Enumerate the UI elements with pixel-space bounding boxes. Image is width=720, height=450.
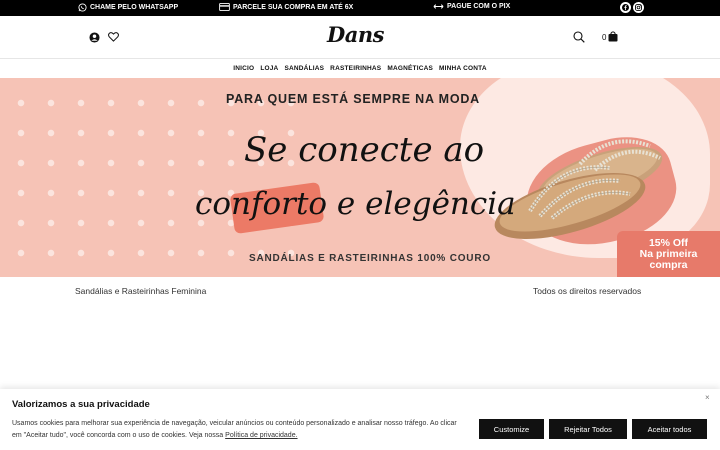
nav-item-minha-conta[interactable]: MINHA CONTA: [439, 65, 487, 72]
customize-button[interactable]: Customize: [479, 419, 544, 439]
shopping-bag-icon[interactable]: [608, 31, 618, 42]
account-icon[interactable]: [89, 32, 100, 43]
wishlist-heart-icon[interactable]: [108, 32, 119, 42]
site-header: Dans 0: [0, 16, 720, 59]
privacy-policy-link[interactable]: Política de privacidade.: [225, 432, 297, 439]
accept-all-button[interactable]: Aceitar todos: [632, 419, 707, 439]
cart-count: 0: [602, 33, 607, 42]
dot-pattern: [0, 78, 300, 277]
cookie-consent-banner: Valorizamos a sua privacidade × Usamos c…: [0, 389, 720, 450]
installments-promo: PARCELE SUA COMPRA EM ATÉ 6X: [219, 3, 353, 11]
discount-badge: 15% Off Na primeira compra: [617, 231, 720, 277]
top-promo-bar: CHAME PELO WHATSAPP PARCELE SUA COMPRA E…: [0, 0, 720, 16]
sandal-image: [494, 139, 663, 239]
nav-item-inicio[interactable]: INICIO: [233, 65, 254, 72]
banner-subline: SANDÁLIAS E RASTEIRINHAS 100% COURO: [249, 253, 491, 264]
offer-line3: compra: [649, 259, 688, 271]
credit-card-icon: [219, 3, 230, 11]
instagram-icon[interactable]: [633, 2, 644, 13]
footer-rights: Todos os direitos reservados: [533, 286, 642, 296]
nav-item-loja[interactable]: LOJA: [260, 65, 278, 72]
whatsapp-label: CHAME PELO WHATSAPP: [90, 4, 179, 11]
banner-kicker: PARA QUEM ESTÁ SEMPRE NA MODA: [226, 92, 480, 106]
banner-headline-line2: conforto e elegência: [195, 186, 516, 222]
installments-label: PARCELE SUA COMPRA EM ATÉ 6X: [233, 3, 354, 11]
nav-item-rasteirinhas[interactable]: RASTEIRINHAS: [330, 65, 381, 72]
whatsapp-icon: [78, 3, 87, 12]
cookie-text: Usamos cookies para melhorar sua experiê…: [12, 418, 462, 442]
facebook-icon[interactable]: [620, 2, 631, 13]
cookie-title: Valorizamos a sua privacidade: [12, 399, 150, 410]
footer-tagline: Sandálias e Rasteirinhas Feminina: [75, 286, 207, 296]
close-icon[interactable]: ×: [705, 393, 710, 402]
whatsapp-promo[interactable]: CHAME PELO WHATSAPP: [78, 3, 178, 12]
nav-item-magneticas[interactable]: MAGNÉTICAS: [387, 65, 433, 72]
search-icon[interactable]: [573, 31, 585, 43]
main-nav: INICIO LOJA SANDÁLIAS RASTEIRINHAS MAGNÉ…: [0, 59, 720, 78]
banner-headline-line1: Se conecte ao: [244, 130, 485, 170]
nav-item-sandalias[interactable]: SANDÁLIAS: [284, 65, 324, 72]
reject-all-button[interactable]: Rejeitar Todos: [549, 419, 627, 439]
brand-logo[interactable]: Dans: [327, 22, 384, 47]
pix-promo: PAGUE COM O PIX: [433, 3, 510, 10]
arrows-icon: [433, 4, 444, 9]
hero-banner[interactable]: PARA QUEM ESTÁ SEMPRE NA MODA Se conecte…: [0, 78, 720, 277]
pix-label: PAGUE COM O PIX: [447, 3, 511, 10]
